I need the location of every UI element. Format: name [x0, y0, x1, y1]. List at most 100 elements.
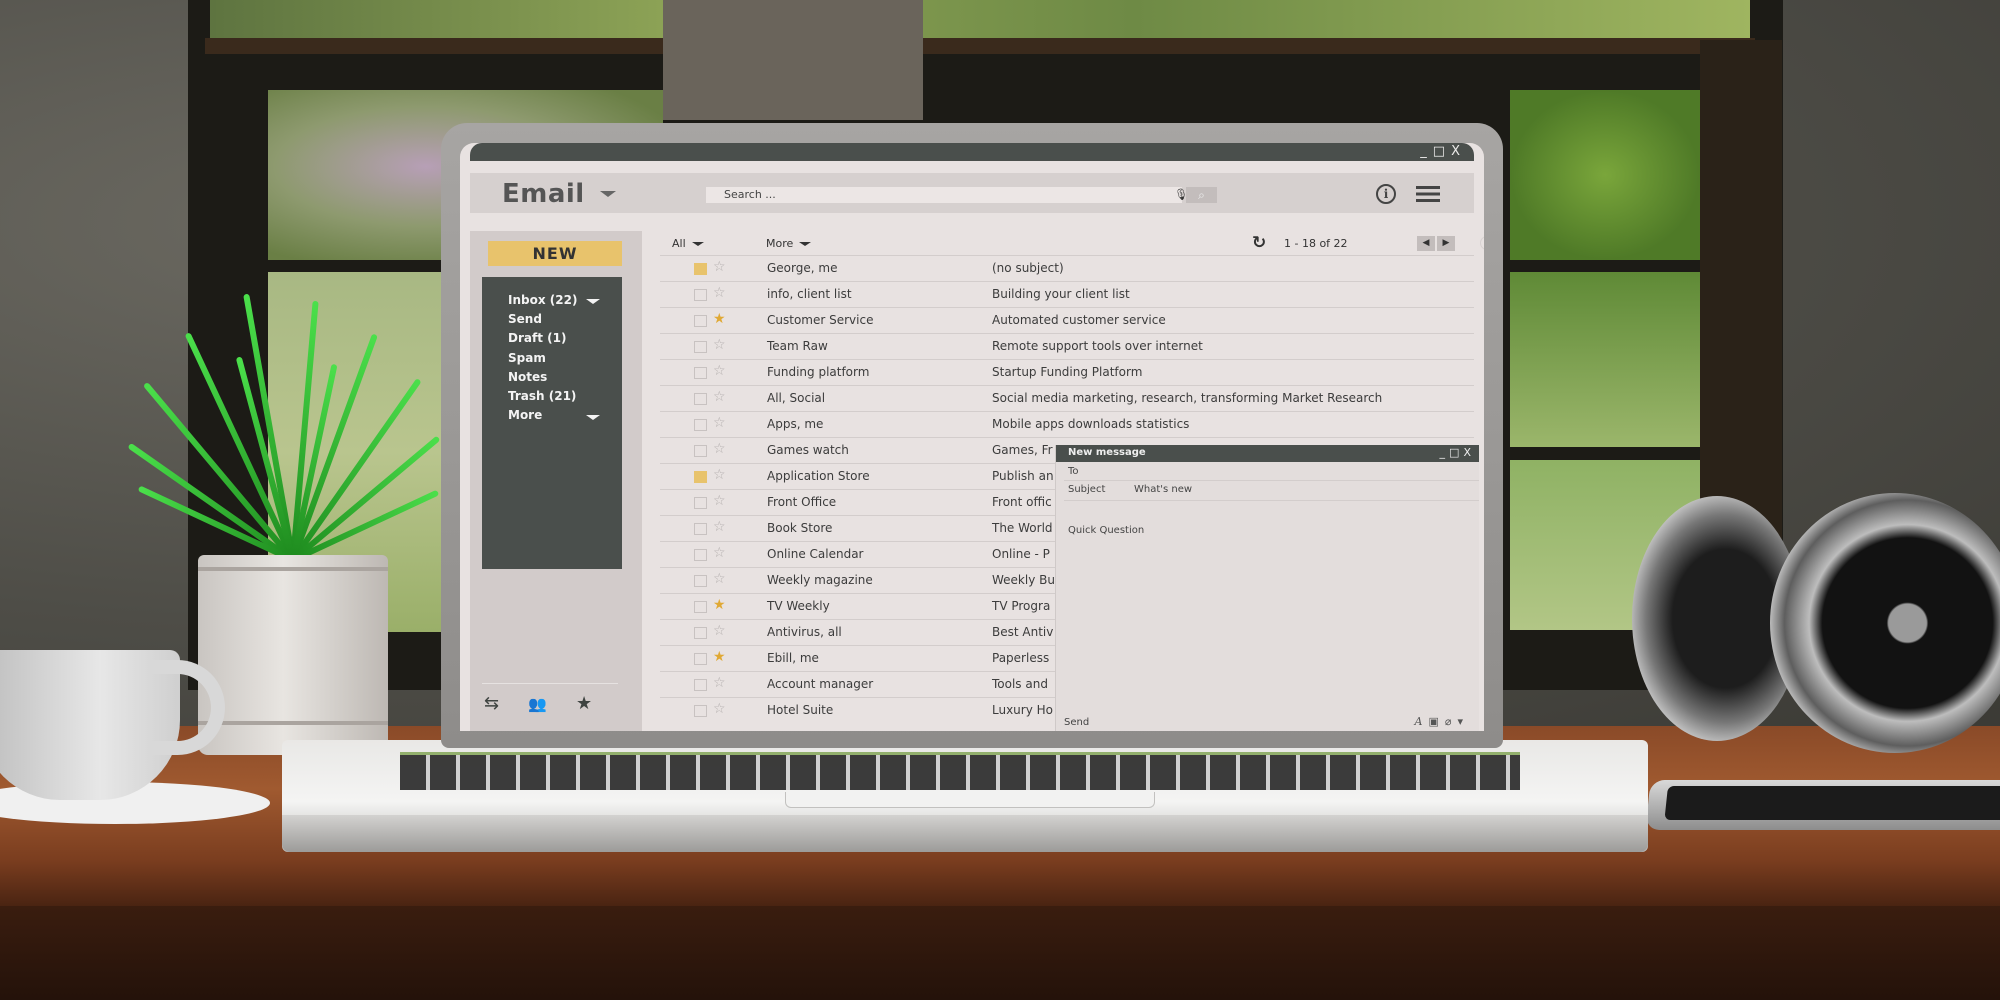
sidebar-item-more[interactable]: More [508, 408, 542, 422]
window-pane [1510, 272, 1700, 447]
star-icon[interactable]: ☆ [713, 519, 726, 535]
search-button[interactable]: ⌕ [1186, 187, 1217, 203]
star-icon[interactable]: ☆ [713, 389, 726, 405]
row-checkbox[interactable] [694, 497, 707, 509]
search-icon: ⌕ [1198, 188, 1205, 202]
attachment-icon[interactable]: ⌀ [1445, 715, 1452, 728]
star-icon[interactable]: ☆ [713, 467, 726, 483]
chevron-down-icon[interactable] [600, 191, 616, 197]
row-checkbox[interactable] [694, 315, 707, 327]
star-icon[interactable]: ☆ [713, 259, 726, 275]
search-input[interactable]: Search ... 🎙 [706, 187, 1188, 203]
more-options-caret-icon[interactable]: ▾ [1457, 715, 1463, 728]
row-checkbox[interactable] [694, 393, 707, 405]
email-sender: Weekly magazine [767, 573, 873, 587]
row-checkbox[interactable] [694, 627, 707, 639]
email-row[interactable]: ☆ info, client list Building your client l… [660, 281, 1474, 307]
insert-image-icon[interactable]: ▣ [1428, 715, 1438, 728]
star-icon[interactable]: ☆ [713, 337, 726, 353]
email-row[interactable]: ☆ George, me (no subject) [660, 255, 1474, 281]
refresh-icon[interactable]: ↻ [1252, 233, 1266, 253]
email-row[interactable]: ☆ All, Social Social media marketing, rese… [660, 385, 1474, 411]
info-icon[interactable]: i [1376, 184, 1396, 204]
sidebar-item-inbox[interactable]: Inbox (22) [508, 293, 577, 307]
maximize-icon[interactable]: □ [1433, 144, 1445, 160]
row-checkbox[interactable] [694, 575, 707, 587]
hamburger-menu-icon[interactable] [1416, 186, 1440, 202]
email-subject: TV Progra [992, 599, 1051, 613]
settings-dot-icon[interactable] [1480, 236, 1484, 250]
subject-label: Subject [1068, 484, 1106, 495]
sidebar-item-trash[interactable]: Trash (21) [508, 389, 576, 403]
star-icon[interactable]: ★ [713, 311, 726, 327]
row-checkbox[interactable] [694, 679, 707, 691]
more-actions-dropdown[interactable]: More [766, 237, 812, 250]
minimize-icon[interactable]: _ [1440, 445, 1446, 461]
row-checkbox[interactable] [694, 341, 707, 353]
chevron-down-icon[interactable] [586, 415, 600, 420]
to-field[interactable] [1134, 466, 1454, 478]
minimize-icon[interactable]: _ [1420, 144, 1427, 160]
row-checkbox[interactable] [694, 471, 707, 483]
close-icon[interactable]: X [1451, 144, 1460, 160]
email-subject: Best Antiv [992, 625, 1054, 639]
compose-divider [1064, 480, 1479, 481]
sidebar-item-notes[interactable]: Notes [508, 370, 547, 384]
pagination-label: 1 - 18 of 22 [1284, 237, 1348, 250]
row-checkbox[interactable] [694, 367, 707, 379]
new-message-button[interactable]: NEW [488, 241, 622, 266]
email-subject: Luxury Ho [992, 703, 1054, 717]
email-sender: Account manager [767, 677, 874, 691]
star-icon[interactable]: ★ [576, 693, 592, 714]
row-checkbox[interactable] [694, 523, 707, 535]
email-sender: info, client list [767, 287, 852, 301]
previous-page-button[interactable]: ◀ [1417, 236, 1435, 251]
select-all-dropdown[interactable]: All [672, 237, 704, 250]
email-sender: Ebill, me [767, 651, 819, 665]
email-row[interactable]: ☆ Apps, me Mobile apps downloads statistic… [660, 411, 1474, 437]
row-checkbox[interactable] [694, 601, 707, 613]
star-icon[interactable]: ☆ [713, 701, 726, 717]
window-pane [1510, 90, 1700, 260]
star-icon[interactable]: ☆ [713, 415, 726, 431]
folder-list: Inbox (22) Send Draft (1) Spam Notes Tra… [482, 277, 622, 569]
star-icon[interactable]: ☆ [713, 441, 726, 457]
sidebar-item-spam[interactable]: Spam [508, 351, 546, 365]
star-icon[interactable]: ☆ [713, 623, 726, 639]
star-icon[interactable]: ☆ [713, 675, 726, 691]
contacts-icon[interactable]: 👥 [528, 695, 547, 713]
chevron-down-icon[interactable] [586, 299, 600, 304]
sidebar: NEW Inbox (22) Send Draft (1) Spam Notes… [470, 231, 642, 731]
row-checkbox[interactable] [694, 445, 707, 457]
send-button[interactable]: Send [1064, 717, 1089, 728]
row-checkbox[interactable] [694, 419, 707, 431]
laptop-base-front [282, 815, 1648, 852]
email-row[interactable]: ☆ Funding platform Startup Funding Platfor… [660, 359, 1474, 385]
email-row[interactable]: ☆ Team Raw Remote support tools over inter… [660, 333, 1474, 359]
sidebar-item-send[interactable]: Send [508, 312, 542, 326]
star-icon[interactable]: ☆ [713, 363, 726, 379]
email-row[interactable]: ★ Customer Service Automated customer serv… [660, 307, 1474, 333]
app-title[interactable]: Email [502, 179, 585, 209]
maximize-icon[interactable]: □ [1449, 445, 1459, 461]
star-icon[interactable]: ☆ [713, 545, 726, 561]
row-checkbox[interactable] [694, 653, 707, 665]
swap-arrows-icon[interactable]: ⇆ [484, 693, 499, 714]
star-icon[interactable]: ☆ [713, 493, 726, 509]
star-icon[interactable]: ☆ [713, 571, 726, 587]
row-checkbox[interactable] [694, 263, 707, 275]
sidebar-item-draft[interactable]: Draft (1) [508, 331, 566, 345]
row-checkbox[interactable] [694, 289, 707, 301]
close-icon[interactable]: X [1463, 445, 1471, 461]
subject-field[interactable]: What's new [1134, 484, 1192, 495]
star-icon[interactable]: ★ [713, 649, 726, 665]
row-checkbox[interactable] [694, 705, 707, 717]
more-actions-label: More [766, 237, 794, 250]
to-label: To [1068, 466, 1079, 477]
next-page-button[interactable]: ▶ [1437, 236, 1455, 251]
star-icon[interactable]: ☆ [713, 285, 726, 301]
row-checkbox[interactable] [694, 549, 707, 561]
star-icon[interactable]: ★ [713, 597, 726, 613]
font-format-icon[interactable]: A [1414, 715, 1422, 728]
message-body[interactable]: Quick Question [1068, 525, 1144, 536]
